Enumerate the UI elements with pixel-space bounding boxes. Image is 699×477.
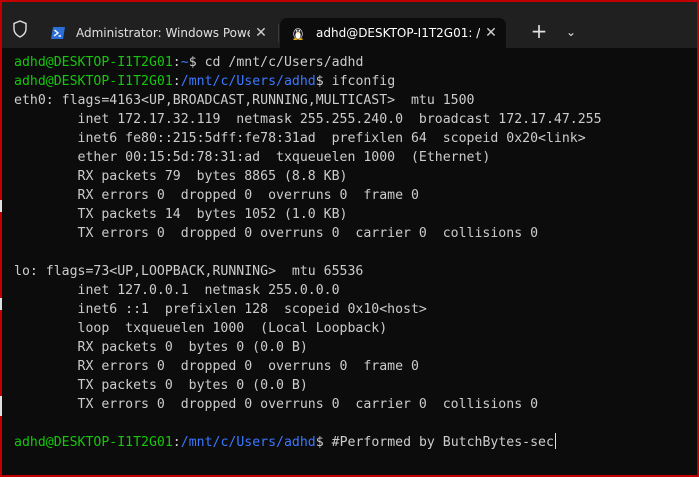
terminal-window: Administrator: Windows Power ✕ adhd@DESK… (2, 2, 697, 475)
output-line: RX errors 0 dropped 0 overruns 0 frame 0 (14, 359, 419, 374)
output-line: loop txqueuelen 1000 (Local Loopback) (14, 321, 388, 336)
output-line: inet 172.17.32.119 netmask 255.255.240.0… (14, 112, 602, 127)
chevron-down-icon[interactable]: ⌄ (560, 18, 582, 46)
tab-title: adhd@DESKTOP-I1T2G01: /mn (316, 26, 480, 40)
shield-icon[interactable] (12, 20, 28, 38)
output-line: inet 127.0.0.1 netmask 255.0.0.0 (14, 283, 340, 298)
output-line: TX packets 0 bytes 0 (0.0 B) (14, 378, 308, 393)
output-line: eth0: flags=4163<UP,BROADCAST,RUNNING,MU… (14, 93, 475, 108)
output-line: TX errors 0 dropped 0 overruns 0 carrier… (14, 397, 539, 412)
command-line: adhd@DESKTOP-I1T2G01:/mnt/c/Users/adhd$ … (14, 72, 694, 91)
close-icon[interactable]: ✕ (250, 25, 272, 41)
command-text: ifconfig (323, 74, 396, 89)
prompt-dollar: $ (315, 435, 324, 450)
command-text: cd /mnt/c/Users/adhd (196, 55, 364, 70)
tab-divider (278, 24, 279, 42)
output-line: ether 00:15:5d:78:31:ad txqueuelen 1000 … (14, 150, 491, 165)
window-edge-marker (0, 200, 2, 212)
window-edge-marker (0, 396, 2, 416)
close-icon[interactable]: ✕ (480, 25, 502, 41)
prompt-dollar: $ (188, 55, 197, 70)
new-tab-button[interactable]: + (526, 18, 552, 46)
prompt-path: /mnt/c/Users/adhd (180, 435, 316, 450)
output-line: inet6 ::1 prefixlen 128 scopeid 0x10<hos… (14, 302, 427, 317)
powershell-icon (51, 27, 65, 39)
prompt-user-host: adhd@DESKTOP-I1T2G01 (14, 435, 173, 450)
prompt-dollar: $ (315, 74, 324, 89)
output-line: TX packets 14 bytes 1052 (1.0 KB) (14, 207, 348, 222)
output-line: RX packets 0 bytes 0 (0.0 B) (14, 340, 308, 355)
output-line: RX errors 0 dropped 0 overruns 0 frame 0 (14, 188, 419, 203)
prompt-user-host: adhd@DESKTOP-I1T2G01 (14, 74, 173, 89)
output-line: inet6 fe80::215:5dff:fe78:31ad prefixlen… (14, 131, 586, 146)
output-line: lo: flags=73<UP,LOOPBACK,RUNNING> mtu 65… (14, 264, 364, 279)
terminal-output[interactable]: adhd@DESKTOP-I1T2G01:~$ cd /mnt/c/Users/… (14, 53, 694, 452)
command-text: #Performed by ButchBytes-sec (323, 435, 554, 450)
command-line: adhd@DESKTOP-I1T2G01:~$ cd /mnt/c/Users/… (14, 53, 694, 72)
tab-powershell[interactable]: Administrator: Windows Power ✕ (40, 18, 276, 48)
tab-bar: Administrator: Windows Power ✕ adhd@DESK… (2, 2, 697, 48)
linux-tux-icon (293, 28, 303, 40)
tab-title: Administrator: Windows Power (76, 26, 250, 40)
tab-linux[interactable]: adhd@DESKTOP-I1T2G01: /mn ✕ (280, 18, 506, 48)
prompt-user-host: adhd@DESKTOP-I1T2G01 (14, 55, 173, 70)
prompt-colon: : (172, 74, 181, 89)
prompt-path: ~ (180, 55, 189, 70)
window-edge-marker (0, 298, 2, 310)
output-line: TX errors 0 dropped 0 overruns 0 carrier… (14, 226, 539, 241)
command-line: adhd@DESKTOP-I1T2G01:/mnt/c/Users/adhd$ … (14, 433, 694, 452)
prompt-colon: : (172, 55, 181, 70)
prompt-path: /mnt/c/Users/adhd (180, 74, 316, 89)
text-cursor (554, 433, 556, 449)
output-line: RX packets 79 bytes 8865 (8.8 KB) (14, 169, 348, 184)
prompt-colon: : (172, 435, 181, 450)
